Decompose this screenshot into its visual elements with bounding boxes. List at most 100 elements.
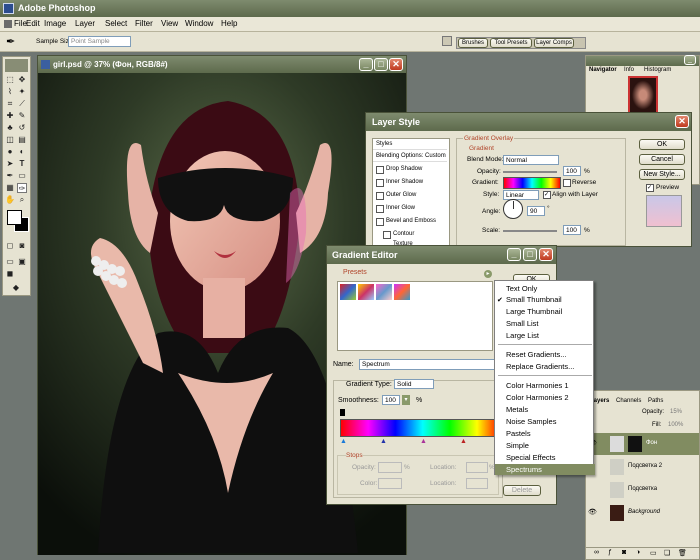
preset-swatch[interactable]: [394, 284, 410, 300]
quick-mask-icon[interactable]: ◙: [17, 241, 27, 251]
effect-inner-shadow[interactable]: Inner Shadow: [373, 176, 447, 188]
stamp-tool-icon[interactable]: ♣: [5, 123, 15, 133]
styles-header[interactable]: Styles: [373, 139, 447, 150]
full-screen-menu-icon[interactable]: ▣: [17, 257, 27, 267]
menu-item-simple[interactable]: Simple: [495, 440, 595, 451]
menu-layer[interactable]: Layer: [75, 19, 95, 28]
menu-item-large-list[interactable]: Large List: [495, 330, 595, 341]
healing-brush-icon[interactable]: ✚: [5, 111, 15, 121]
layer-row[interactable]: Подсветка: [586, 479, 699, 501]
layer-row[interactable]: 👁 Фон: [586, 433, 699, 455]
opacity-stop-marker[interactable]: [340, 409, 345, 416]
file-browser-icon[interactable]: [442, 36, 452, 46]
gradient-swatch[interactable]: [503, 177, 561, 189]
angle-field[interactable]: 90: [527, 206, 545, 216]
layer-style-ok-button[interactable]: OK: [639, 139, 685, 150]
eyedropper-icon[interactable]: ✑: [17, 183, 27, 193]
gradient-type-select[interactable]: Solid: [394, 379, 434, 389]
effect-bevel-emboss[interactable]: Bevel and Emboss: [373, 215, 447, 227]
new-style-button[interactable]: New Style...: [639, 169, 685, 180]
stop-opacity-field[interactable]: [378, 462, 402, 473]
menu-item-color-harmonies-2[interactable]: Color Harmonies 2: [495, 392, 595, 403]
foreground-color-swatch[interactable]: [7, 210, 22, 225]
preview-checkbox[interactable]: ✓: [646, 184, 654, 192]
new-group-icon[interactable]: ▭: [650, 549, 657, 557]
color-stop-marker[interactable]: ▲: [380, 438, 387, 445]
tab-histogram[interactable]: Histogram: [644, 67, 671, 73]
adjustment-layer-icon[interactable]: ◑: [636, 549, 640, 556]
checkbox[interactable]: [376, 205, 384, 213]
effect-inner-glow[interactable]: Inner Glow: [373, 202, 447, 214]
preset-swatch[interactable]: [376, 284, 392, 300]
stop-delete-button[interactable]: Delete: [503, 485, 541, 496]
full-screen-icon[interactable]: ◼: [5, 269, 15, 279]
document-minimize-button[interactable]: _: [359, 58, 373, 71]
scale-slider[interactable]: [503, 230, 557, 232]
menu-item-reset-gradients[interactable]: Reset Gradients...: [495, 349, 595, 360]
menu-view[interactable]: View: [161, 19, 178, 28]
tab-paths[interactable]: Paths: [648, 398, 663, 404]
menu-select[interactable]: Select: [105, 19, 127, 28]
pen-tool-icon[interactable]: ✒: [5, 171, 15, 181]
new-layer-icon[interactable]: ❏: [664, 549, 670, 557]
menu-help[interactable]: Help: [221, 19, 237, 28]
crop-tool-icon[interactable]: ⌗: [5, 99, 15, 109]
menu-file[interactable]: File: [14, 19, 27, 28]
shape-tool-icon[interactable]: ▭: [17, 171, 27, 181]
eraser-tool-icon[interactable]: ◫: [5, 135, 15, 145]
screen-mode-icon[interactable]: ▭: [5, 257, 15, 267]
path-select-icon[interactable]: ➤: [5, 159, 15, 169]
brush-tool-icon[interactable]: ✎: [17, 111, 27, 121]
menu-item-color-harmonies-1[interactable]: Color Harmonies 1: [495, 380, 595, 391]
imageready-icon[interactable]: ◆: [11, 283, 21, 293]
color-stop-marker[interactable]: ▲: [420, 438, 427, 445]
trash-icon[interactable]: 🗑: [678, 549, 687, 557]
menu-item-pastels[interactable]: Pastels: [495, 428, 595, 439]
style-select[interactable]: Linear: [503, 190, 539, 200]
menu-item-spectrums[interactable]: Spectrums: [495, 464, 595, 475]
scale-field[interactable]: 100: [563, 225, 581, 235]
eye-icon[interactable]: 👁: [588, 508, 597, 516]
magic-wand-icon[interactable]: ✦: [17, 87, 27, 97]
blending-options-item[interactable]: Blending Options: Custom: [373, 151, 447, 162]
color-stop-marker[interactable]: ▲: [460, 438, 467, 445]
menu-window[interactable]: Window: [185, 19, 213, 28]
layer-style-cancel-button[interactable]: Cancel: [639, 154, 685, 165]
navigator-thumbnail[interactable]: [628, 76, 658, 114]
menu-item-noise-samples[interactable]: Noise Samples: [495, 416, 595, 427]
smoothness-arrow-icon[interactable]: ▾: [402, 395, 410, 405]
menu-item-small-thumbnail[interactable]: Small Thumbnail: [495, 294, 595, 305]
menu-item-large-thumbnail[interactable]: Large Thumbnail: [495, 306, 595, 317]
tab-info[interactable]: Info: [624, 67, 634, 73]
smoothness-field[interactable]: 100: [382, 395, 400, 405]
history-brush-icon[interactable]: ↺: [17, 123, 27, 133]
tab-brushes[interactable]: Brushes: [458, 38, 488, 48]
stop-color-location-field[interactable]: [466, 478, 488, 489]
checkbox[interactable]: [376, 218, 384, 226]
move-tool-icon[interactable]: ✥: [17, 75, 27, 85]
layer-fill-value[interactable]: 100%: [668, 422, 683, 428]
lasso-tool-icon[interactable]: ⌇: [5, 87, 15, 97]
layer-style-icon[interactable]: ƒ: [608, 549, 612, 556]
preset-swatch[interactable]: [340, 284, 356, 300]
menu-item-special-effects[interactable]: Special Effects: [495, 452, 595, 463]
gradient-editor-minimize-button[interactable]: _: [507, 248, 521, 261]
opacity-field[interactable]: 100: [563, 166, 581, 176]
tab-channels[interactable]: Channels: [616, 398, 641, 404]
quick-mask-standard-icon[interactable]: ◻: [5, 241, 15, 251]
gradient-editor-maximize-button[interactable]: □: [523, 248, 537, 261]
stop-opacity-location-field[interactable]: [466, 462, 488, 473]
blur-tool-icon[interactable]: ●: [5, 147, 15, 157]
link-layers-icon[interactable]: ∞: [594, 549, 599, 556]
notes-tool-icon[interactable]: ▦: [5, 183, 15, 193]
preset-swatch[interactable]: [358, 284, 374, 300]
menu-item-replace-gradients[interactable]: Replace Gradients...: [495, 361, 595, 372]
menu-filter[interactable]: Filter: [135, 19, 153, 28]
hand-tool-icon[interactable]: ✋: [5, 195, 15, 205]
gradient-bar[interactable]: [340, 419, 502, 437]
blend-mode-select[interactable]: Normal: [503, 155, 559, 165]
layer-mask-icon[interactable]: ◙: [622, 549, 626, 556]
angle-dial[interactable]: [503, 199, 523, 219]
menu-image[interactable]: Image: [44, 19, 66, 28]
tab-tool-presets[interactable]: Tool Presets: [490, 38, 532, 48]
